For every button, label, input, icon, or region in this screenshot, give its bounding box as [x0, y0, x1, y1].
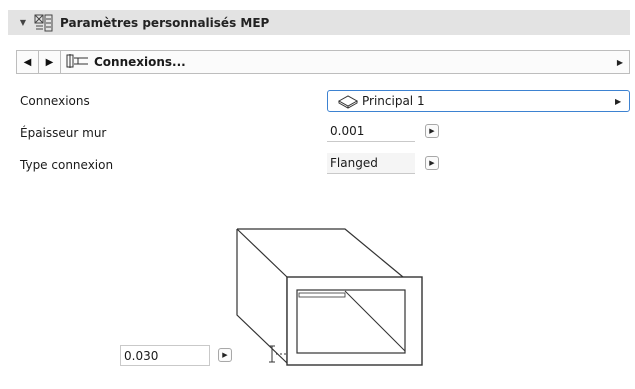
cube-icon	[334, 93, 362, 109]
arrow-left-icon: ◀	[23, 56, 32, 68]
panel-title: Paramètres personnalisés MEP	[60, 15, 270, 30]
type-connexion-field[interactable]: Flanged	[327, 153, 415, 174]
custom-settings-icon	[34, 14, 54, 32]
duct-preview-diagram	[236, 228, 423, 366]
connexions-select[interactable]: Principal 1 ▶	[327, 90, 630, 112]
connection-icon	[66, 53, 90, 72]
panel-header[interactable]: ▼ Paramètres personnalisés MEP	[8, 10, 630, 35]
next-page-button[interactable]: ▶	[39, 51, 61, 73]
flange-width-field[interactable]: 0.030	[120, 345, 210, 366]
connexions-value: Principal 1	[362, 94, 425, 108]
type-connexion-stepper-button[interactable]: ▶	[425, 156, 439, 170]
prev-page-button[interactable]: ◀	[17, 51, 39, 73]
arrow-right-icon: ▶	[45, 56, 54, 68]
triangle-right-icon[interactable]: ▶	[611, 58, 629, 67]
dropdown-arrow-icon: ▶	[615, 96, 622, 106]
flange-width-stepper-button[interactable]: ▶	[218, 348, 232, 362]
dimension-marker-icon	[269, 345, 286, 363]
page-label: Connexions...	[94, 55, 186, 69]
epaisseur-stepper-button[interactable]: ▶	[425, 124, 439, 138]
page-selector[interactable]: Connexions...	[61, 51, 611, 73]
triangle-right-icon: ▶	[429, 127, 435, 135]
connexions-label: Connexions	[20, 94, 90, 108]
page-navigator: ◀ ▶ Connexions... ▶	[16, 50, 630, 74]
epaisseur-label: Épaisseur mur	[20, 126, 107, 140]
type-connexion-label: Type connexion	[20, 158, 114, 172]
triangle-right-icon: ▶	[429, 159, 435, 167]
triangle-down-icon[interactable]: ▼	[12, 18, 34, 27]
triangle-right-icon: ▶	[222, 351, 228, 359]
epaisseur-field[interactable]: 0.001	[327, 121, 415, 142]
